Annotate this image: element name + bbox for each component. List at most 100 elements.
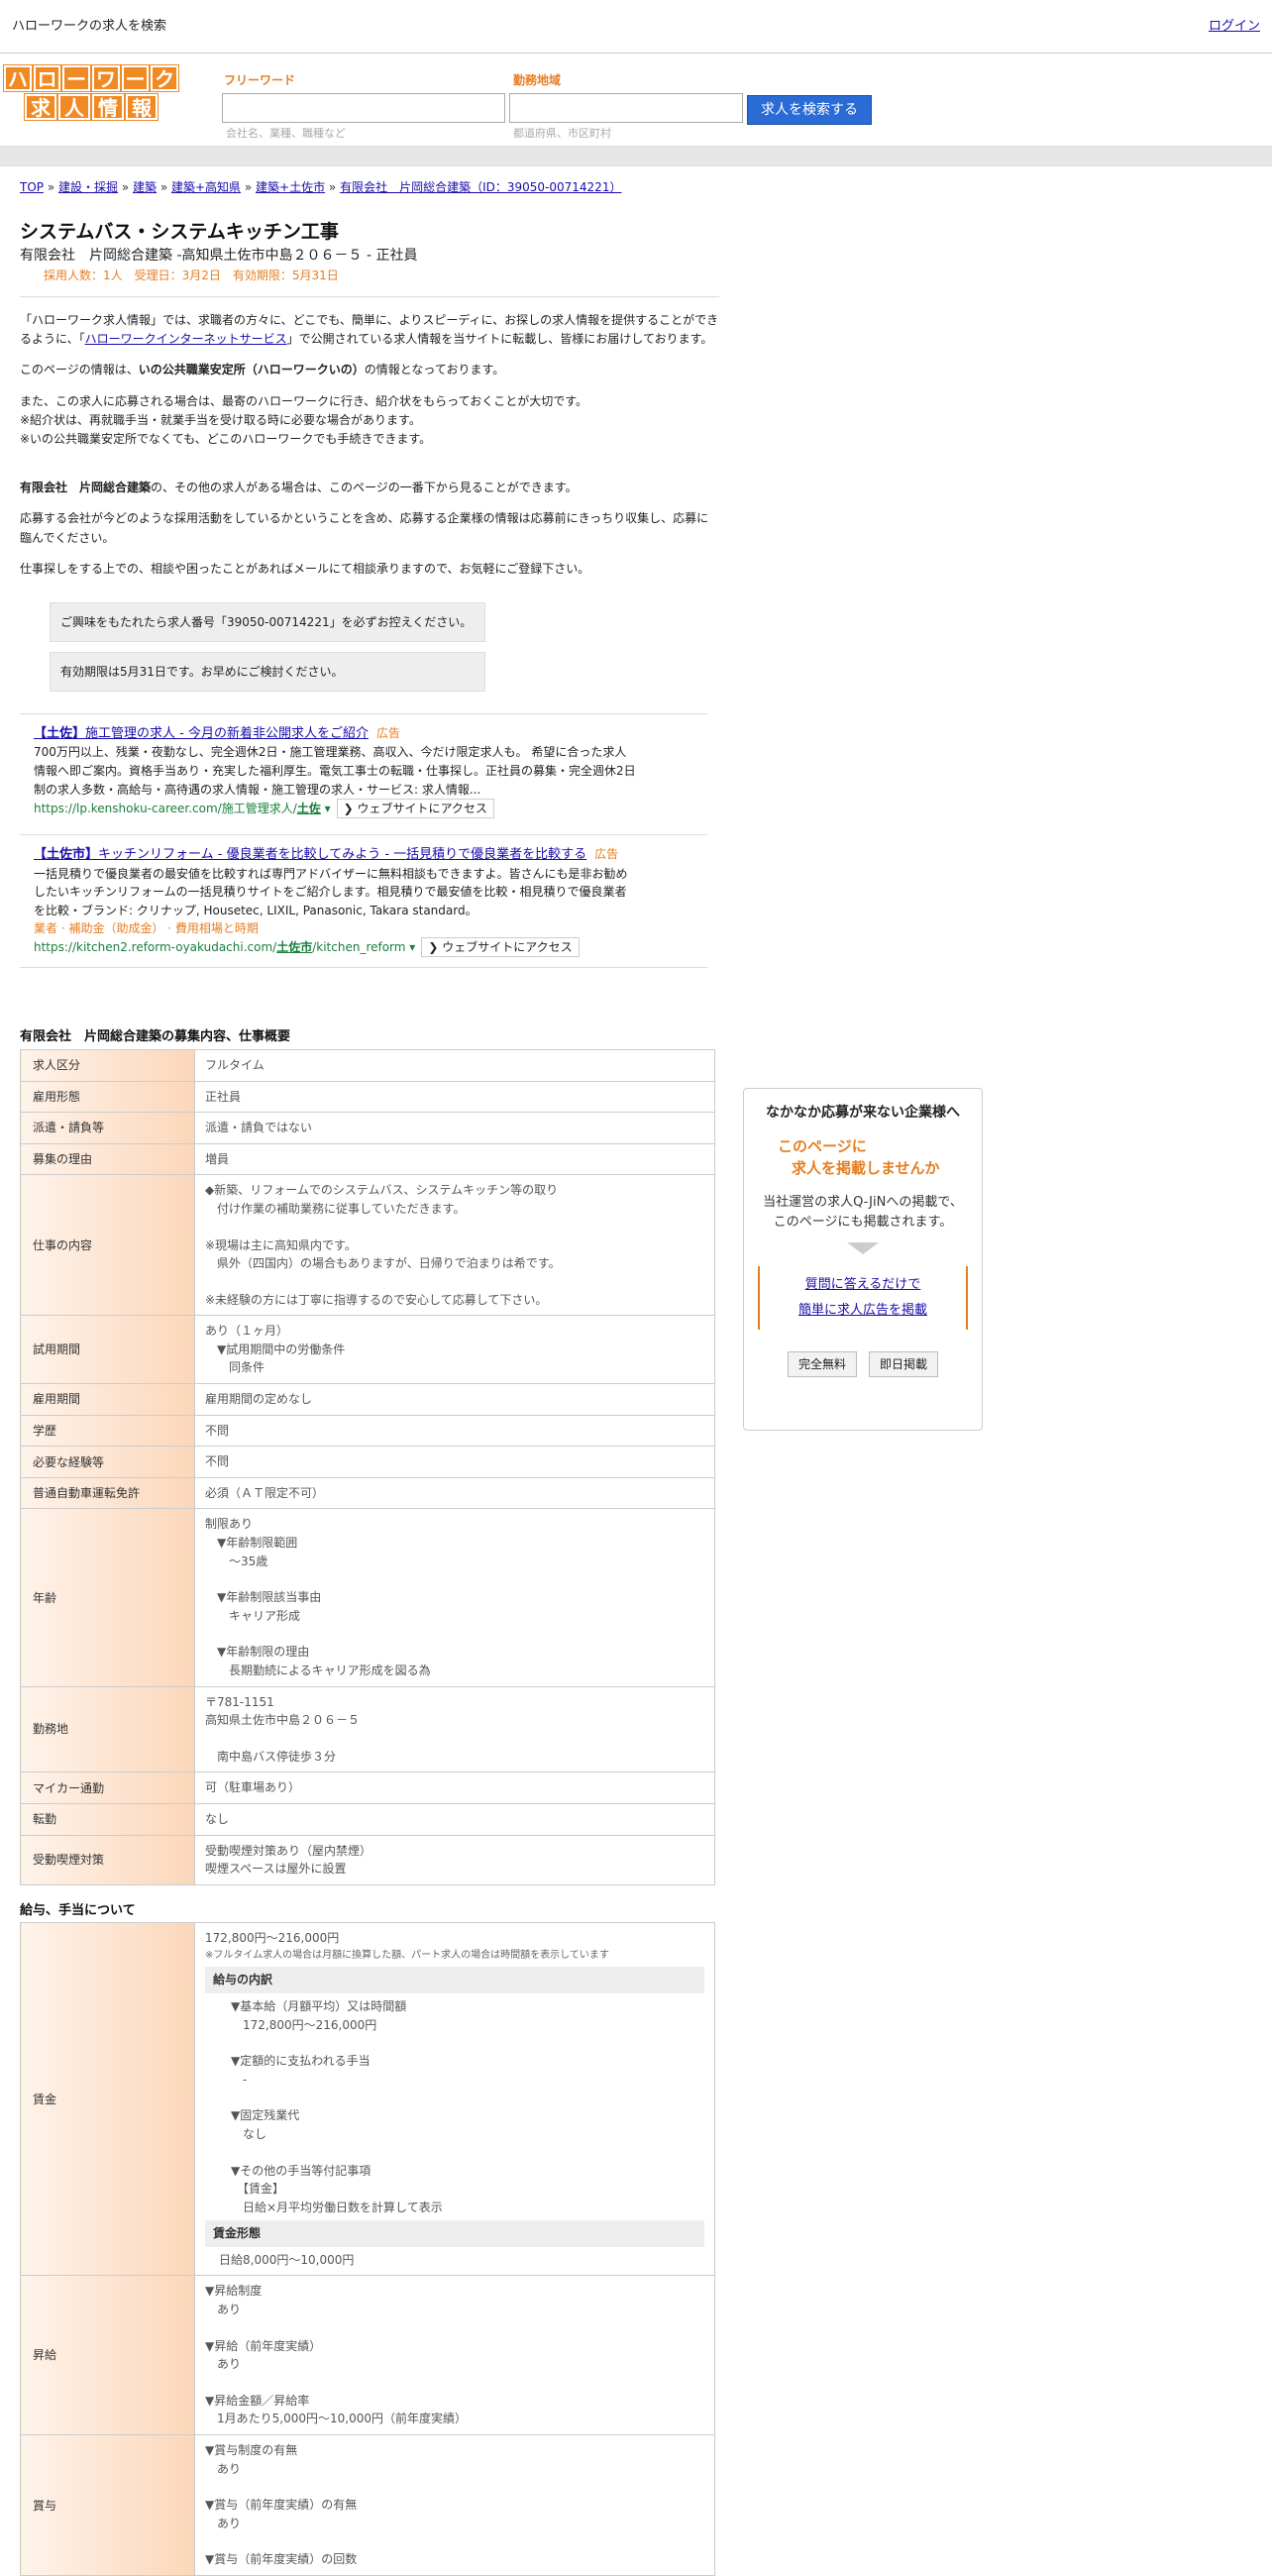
wage-form: 日給8,000円〜10,000円 [219,2252,355,2267]
value-line: 高知県土佐市中島２０６－５ [205,1713,361,1728]
table-row: 必要な経験等 不問 [20,1446,715,1478]
intro-text: また、この求人に応募される場合は、最寄のハローワークに行き、紹介状をもらっておく… [20,393,588,408]
header: ハローワーク 求人情報 フリーワード 会社名、業種、職種など 勤務地域 都道府県… [0,54,1272,147]
ad-title-bold: 【土佐】 [34,725,86,741]
ad-url-highlight: 土佐市 [276,940,313,955]
table-row: マイカー通勤 可（駐車場あり） [20,1771,715,1804]
intro-text: 」で公開されている求人情報を当サイトに転載し、皆様にお届けしております。 [286,332,713,347]
breadcrumb-prefecture[interactable]: 建築+高知県 [171,180,241,194]
value-line [231,2034,704,2052]
value-line: 〒781-1151 [205,1694,274,1709]
value-line: 〜35歳 [205,1554,268,1568]
value-line: 日給×月平均労働日数を計算して表示 [231,2200,443,2214]
hellowork-logo[interactable]: ハローワーク 求人情報 [2,64,180,121]
ad-url[interactable]: https://lp.kenshoku-career.com/施工管理求人/土佐… [34,802,331,815]
promo-link[interactable]: 質問に答えるだけで [805,1277,921,1292]
table-row: 雇用期間 雇用期間の定めなし [20,1383,715,1416]
value-line: ▼賞与（前年度実績）の回数 [205,2552,358,2567]
value-line: 付け作業の補助業務に従事していただきます。 [205,1201,466,1216]
visit-website-button[interactable]: ❯ ウェブサイトにアクセス [336,799,494,819]
table-row: 普通自動車運転免許 必須（ＡＴ限定不可） [20,1476,715,1510]
value-line: 不問 [205,1423,230,1438]
job-subtitle: 有限会社 片岡総合建築 -高知県土佐市中島２０６－５ - 正社員 [20,248,418,264]
table-row: 仕事の内容 ◆新築、リフォームでのシステムバス、システムキッチン等の取り 付け作業… [20,1174,715,1317]
row-value: あり（１ヶ月） ▼試用期間中の労働条件 同条件 [194,1315,715,1385]
row-label: 試用期間 [20,1315,195,1385]
intro-paragraph-4: 有限会社 片岡総合建築の、その他の求人がある場合は、このページの一番下から見るこ… [20,479,719,497]
row-value: フルタイム [194,1048,715,1082]
breadcrumb-top[interactable]: TOP [20,180,44,194]
breadcrumb-company[interactable]: 有限会社 片岡総合建築（ID：39050-00714221） [340,180,621,194]
row-value: 172,800円〜216,000円 ※フルタイム求人の場合は月額に換算した額、パ… [194,1922,715,2277]
value-line: 受動喫煙対策あり（屋内禁煙） [205,1843,372,1858]
hellowork-internet-link[interactable]: ハローワークインターネットサービス [85,332,287,346]
wage-breakdown: ▼基本給（月額平均）又は時間額 172,800円〜216,000円 ▼定額的に支払… [205,1997,704,2216]
value-line: ▼年齢制限該当事由 [205,1590,322,1605]
intro-text: このページの情報は、 [20,363,139,377]
divider [20,296,719,297]
recruit-section-title: 有限会社 片岡総合建築の募集内容、仕事概要 [20,1029,291,1045]
row-label: 転勤 [20,1802,195,1836]
value-line: フルタイム [205,1057,265,1072]
recruit-table: 求人区分 フルタイム 雇用形態 正社員 派遣・請負等 派遣・請負ではない 募集の理由 増員 仕事… [20,1048,715,1885]
value-line [205,1625,704,1643]
login-link[interactable]: ログイン [1209,17,1260,37]
promo-headline-line: 求人を掲載しませんか [792,1159,940,1177]
ad-body: 一括見積りで優良業者の最安値を比較すれば専門アドバイザーに無料相談もできますよ。… [34,866,628,917]
divider [20,967,707,969]
table-row: 昇給 ▼昇給制度 あり ▼昇給（前年度実績） あり ▼昇給金額／昇給率 1月あたり5… [20,2275,715,2436]
row-value: 雇用期間の定めなし [194,1383,715,1416]
keyword-hint: 会社名、業種、職種など [226,127,346,140]
table-row: 賞与 ▼賞与制度の有無 あり ▼賞与（前年度実績）の有無 あり ▼賞与（前年度実績）… [20,2434,715,2576]
intro-text: ※いの公共職業安定所でなくても、どこのハローワークでも手続きできます。 [20,431,432,446]
intro-text: の情報となっております。 [364,363,505,377]
wage-note: ※フルタイム求人の場合は月額に換算した額、パート求人の場合は時間額を表示していま… [205,1949,609,1961]
free-button[interactable]: 完全無料 [787,1351,857,1377]
value-line [205,1273,704,1291]
area-input[interactable] [509,93,743,123]
row-label: 求人区分 [20,1048,195,1082]
value-line: ▼昇給（前年度実績） [205,2338,322,2353]
ad-link[interactable]: 【土佐】施工管理の求人 - 今月の新着非公開求人をご紹介 [34,726,369,741]
value-line: 1月あたり5,000円〜10,000円（前年度実績） [205,2412,467,2426]
ad-sitelinks[interactable]: 業者 · 補助金（助成金） · 費用相場と時期 [34,919,707,937]
value-line [205,1219,704,1236]
value-line: ▼昇給金額／昇給率 [205,2393,310,2408]
promo-text: 当社運営の求人Q-JiNへの掲載で、 このページにも掲載されます。 [744,1193,982,1233]
breadcrumb-subcategory[interactable]: 建築 [133,180,157,194]
breakdown-heading: 給与の内訳 [205,1967,704,1993]
value-line [231,2144,704,2162]
row-value: ▼昇給制度 あり ▼昇給（前年度実績） あり ▼昇給金額／昇給率 1月あたり5,00… [194,2275,715,2436]
breadcrumb-city[interactable]: 建築+土佐市 [256,180,325,194]
same-day-button[interactable]: 即日掲載 [869,1351,939,1377]
search-button[interactable]: 求人を検索する [747,95,872,125]
row-value: なし [194,1802,715,1836]
intro-text: ※紹介状は、再就職手当・就業手当を受け取る時に必要な場合があります。 [20,412,421,427]
ad-body: 700万円以上、残業・夜勤なし、完全週休2日・施工管理業務、高収入、今だけ限定求… [34,745,636,797]
breadcrumb: TOP » 建設・採掘 » 建築 » 建築+高知県 » 建築+土佐市 » 有限会… [20,180,622,194]
value-line [205,2319,704,2337]
job-info: 採用人数：1人 受理日：3月2日 有効期限：5月31日 [44,268,339,282]
keyword-input[interactable] [222,93,505,123]
job-title: システムバス・システムキッチン工事 [20,221,339,243]
ad-title-bold: 【土佐市】 [34,847,99,863]
table-row: 雇用形態 正社員 [20,1080,715,1114]
visit-website-button[interactable]: ❯ ウェブサイトにアクセス [421,937,580,958]
row-label: 必要な経験等 [20,1446,195,1478]
breadcrumb-category[interactable]: 建設・採掘 [58,180,118,194]
row-label: 仕事の内容 [20,1174,195,1317]
value-line: あり [205,2357,242,2372]
value-line: ※未経験の方には丁寧に指導するので安心して応募して下さい。 [205,1292,548,1307]
value-line: 不問 [205,1454,230,1469]
wage-form-heading: 賃金形態 [205,2220,704,2247]
promo-link[interactable]: 簡単に求人広告を掲載 [798,1303,927,1318]
ad-link[interactable]: 【土佐市】キッチンリフォーム - 優良業者を比較してみよう - 一括見積りで優良… [34,847,586,862]
intro-text: の、その他の求人がある場合は、このページの一番下から見ることができます。 [151,481,578,495]
row-value: 不問 [194,1446,715,1478]
value-line [205,1730,704,1748]
value-line: - [231,2072,248,2087]
promo-text-line: このページにも掲載されます。 [773,1215,953,1230]
table-row: 試用期間 あり（１ヶ月） ▼試用期間中の労働条件 同条件 [20,1315,715,1385]
value-line: ▼昇給制度 [205,2284,263,2299]
ad-url[interactable]: https://kitchen2.reform-oyakudachi.com/土… [34,940,415,954]
